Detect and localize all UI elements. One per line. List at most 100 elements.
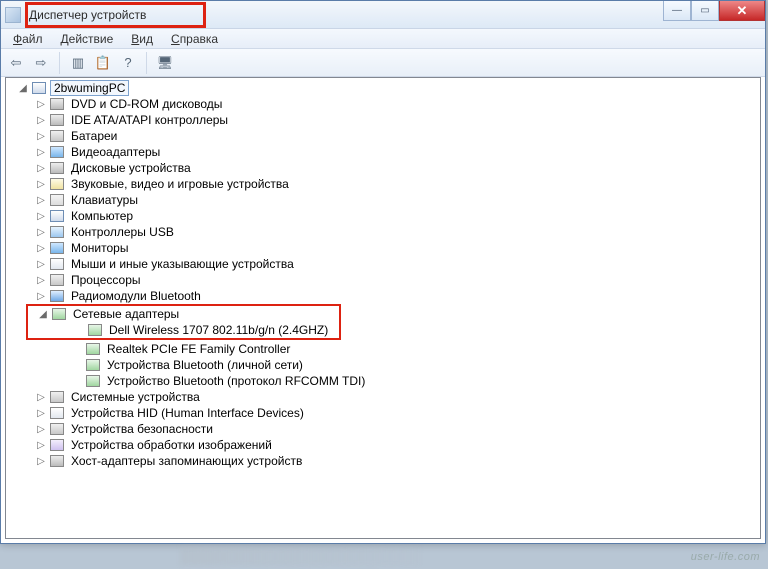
maximize-button[interactable]: ▭ <box>691 1 719 21</box>
device-icon <box>49 272 65 288</box>
device-node-kb[interactable]: ▷ Клавиатуры <box>34 192 760 208</box>
device-node-video[interactable]: ▷ Видеоадаптеры <box>34 144 760 160</box>
device-tree-panel[interactable]: ◢ 2bwumingPC ▷ DVD и CD-ROM дисководы▷IDE… <box>5 77 761 539</box>
scan-hardware-button[interactable]: 🖥 <box>154 52 176 74</box>
app-icon <box>5 7 21 23</box>
device-label: Клавиатуры <box>68 192 141 208</box>
network-child-label: Dell Wireless 1707 802.11b/g/n (2.4GHZ) <box>106 322 331 338</box>
close-icon: ✕ <box>737 3 748 19</box>
titlebar[interactable]: Диспетчер устройств — ▭ ✕ <box>1 1 765 29</box>
device-label: Видеоадаптеры <box>68 144 163 160</box>
network-adapter-icon <box>87 322 103 338</box>
network-child-node[interactable]: Устройство Bluetooth (протокол RFCOMM TD… <box>52 373 760 389</box>
expander-icon[interactable]: ▷ <box>34 161 48 175</box>
network-adapter-icon <box>85 373 101 389</box>
device-label: DVD и CD-ROM дисководы <box>68 96 225 112</box>
device-node-bat[interactable]: ▷Батареи <box>34 128 760 144</box>
device-label: Процессоры <box>68 272 144 288</box>
device-label: Хост-адаптеры запоминающих устройств <box>68 453 305 469</box>
expander-icon[interactable]: ◢ <box>36 307 50 321</box>
device-node-mouse[interactable]: ▷ Мыши и иные указывающие устройства <box>34 256 760 272</box>
properties-icon: 📋 <box>95 55 111 71</box>
show-hidden-button[interactable]: ▥ <box>67 52 89 74</box>
device-label: Компьютер <box>68 208 136 224</box>
network-child-node[interactable]: Realtek PCIe FE Family Controller <box>52 341 760 357</box>
device-label: Устройства обработки изображений <box>68 437 275 453</box>
expander-icon[interactable]: ▷ <box>34 257 48 271</box>
network-child-node[interactable]: Устройства Bluetooth (личной сети) <box>52 357 760 373</box>
menu-action[interactable]: Действие <box>53 30 122 48</box>
device-icon <box>49 224 65 240</box>
expander-icon[interactable]: ▷ <box>34 289 48 303</box>
expander-icon[interactable]: ▷ <box>34 454 48 468</box>
device-label: Системные устройства <box>68 389 203 405</box>
device-icon <box>49 437 65 453</box>
network-child-label: Устройство Bluetooth (протокол RFCOMM TD… <box>104 373 368 389</box>
arrow-left-icon: ⇦ <box>11 55 22 71</box>
device-tree: ◢ 2bwumingPC ▷ DVD и CD-ROM дисководы▷IDE… <box>6 78 760 471</box>
expander-icon[interactable]: ▷ <box>34 422 48 436</box>
menu-file[interactable]: Файл <box>5 30 51 48</box>
background-blur <box>180 547 420 565</box>
expander-icon[interactable]: ◢ <box>16 81 30 95</box>
network-adapters-node[interactable]: ◢ Сетевые адаптеры <box>36 306 331 322</box>
device-label: Мыши и иные указывающие устройства <box>68 256 297 272</box>
device-node-ide[interactable]: ▷IDE ATA/ATAPI контроллеры <box>34 112 760 128</box>
device-node-cpu[interactable]: ▷ Процессоры <box>34 272 760 288</box>
expander-icon[interactable]: ▷ <box>34 209 48 223</box>
device-icon <box>49 96 65 112</box>
minimize-button[interactable]: — <box>663 1 691 21</box>
expander-icon[interactable]: ▷ <box>34 273 48 287</box>
computer-scan-icon: 🖥 <box>157 55 174 71</box>
device-node-diskdrv[interactable]: ▷Дисковые устройства <box>34 160 760 176</box>
expander-icon[interactable]: ▷ <box>34 97 48 111</box>
device-node-sys[interactable]: ▷ Системные устройства <box>34 389 760 405</box>
network-adapters-highlight: ◢ Сетевые адаптеры Dell Wireless 1707 80… <box>26 304 341 340</box>
device-node-mon[interactable]: ▷Мониторы <box>34 240 760 256</box>
device-node-host[interactable]: ▷ Хост-адаптеры запоминающих устройств <box>34 453 760 469</box>
device-icon <box>49 192 65 208</box>
toolbar: ⇦ ⇨ ▥ 📋 ? 🖥 <box>1 49 765 77</box>
close-button[interactable]: ✕ <box>719 1 765 21</box>
device-icon <box>49 160 65 176</box>
expander-icon[interactable]: ▷ <box>34 113 48 127</box>
maximize-icon: ▭ <box>700 5 709 16</box>
device-node-imgdev[interactable]: ▷ Устройства обработки изображений <box>34 437 760 453</box>
device-node-sound[interactable]: ▷Звуковые, видео и игровые устройства <box>34 176 760 192</box>
device-node-hid[interactable]: ▷ Устройства HID (Human Interface Devices… <box>34 405 760 421</box>
toolbar-separator <box>59 52 60 74</box>
expander-icon[interactable]: ▷ <box>34 177 48 191</box>
expander-icon[interactable]: ▷ <box>34 241 48 255</box>
menu-view[interactable]: Вид <box>123 30 161 48</box>
expander-icon[interactable]: ▷ <box>34 406 48 420</box>
device-icon <box>49 240 65 256</box>
device-node-usb[interactable]: ▷ Контроллеры USB <box>34 224 760 240</box>
help-button[interactable]: ? <box>117 52 139 74</box>
device-label: Устройства HID (Human Interface Devices) <box>68 405 307 421</box>
nav-forward-button[interactable]: ⇨ <box>30 52 52 74</box>
expander-icon[interactable]: ▷ <box>34 193 48 207</box>
menu-help[interactable]: Справка <box>163 30 226 48</box>
nav-back-button[interactable]: ⇦ <box>5 52 27 74</box>
device-icon <box>49 288 65 304</box>
device-node-comp[interactable]: ▷ Компьютер <box>34 208 760 224</box>
network-child-node[interactable]: Dell Wireless 1707 802.11b/g/n (2.4GHZ) <box>54 322 331 338</box>
device-manager-window: Диспетчер устройств — ▭ ✕ Файл Действие … <box>0 0 766 544</box>
root-node[interactable]: ◢ 2bwumingPC <box>16 80 760 96</box>
device-node-btradio[interactable]: ▷Радиомодули Bluetooth <box>34 288 760 304</box>
expander-icon[interactable]: ▷ <box>34 438 48 452</box>
network-child-label: Устройства Bluetooth (личной сети) <box>104 357 306 373</box>
expander-icon[interactable]: ▷ <box>34 145 48 159</box>
device-icon <box>49 112 65 128</box>
watermark-text: user-life.com <box>691 551 760 563</box>
arrow-right-icon: ⇨ <box>36 55 47 71</box>
device-node-dvd[interactable]: ▷ DVD и CD-ROM дисководы <box>34 96 760 112</box>
expander-icon[interactable]: ▷ <box>34 225 48 239</box>
device-icon <box>49 405 65 421</box>
device-label: Контроллеры USB <box>68 224 177 240</box>
device-node-sec[interactable]: ▷Устройства безопасности <box>34 421 760 437</box>
expander-icon[interactable]: ▷ <box>34 129 48 143</box>
device-icon <box>49 421 65 437</box>
properties-button[interactable]: 📋 <box>92 52 114 74</box>
expander-icon[interactable]: ▷ <box>34 390 48 404</box>
